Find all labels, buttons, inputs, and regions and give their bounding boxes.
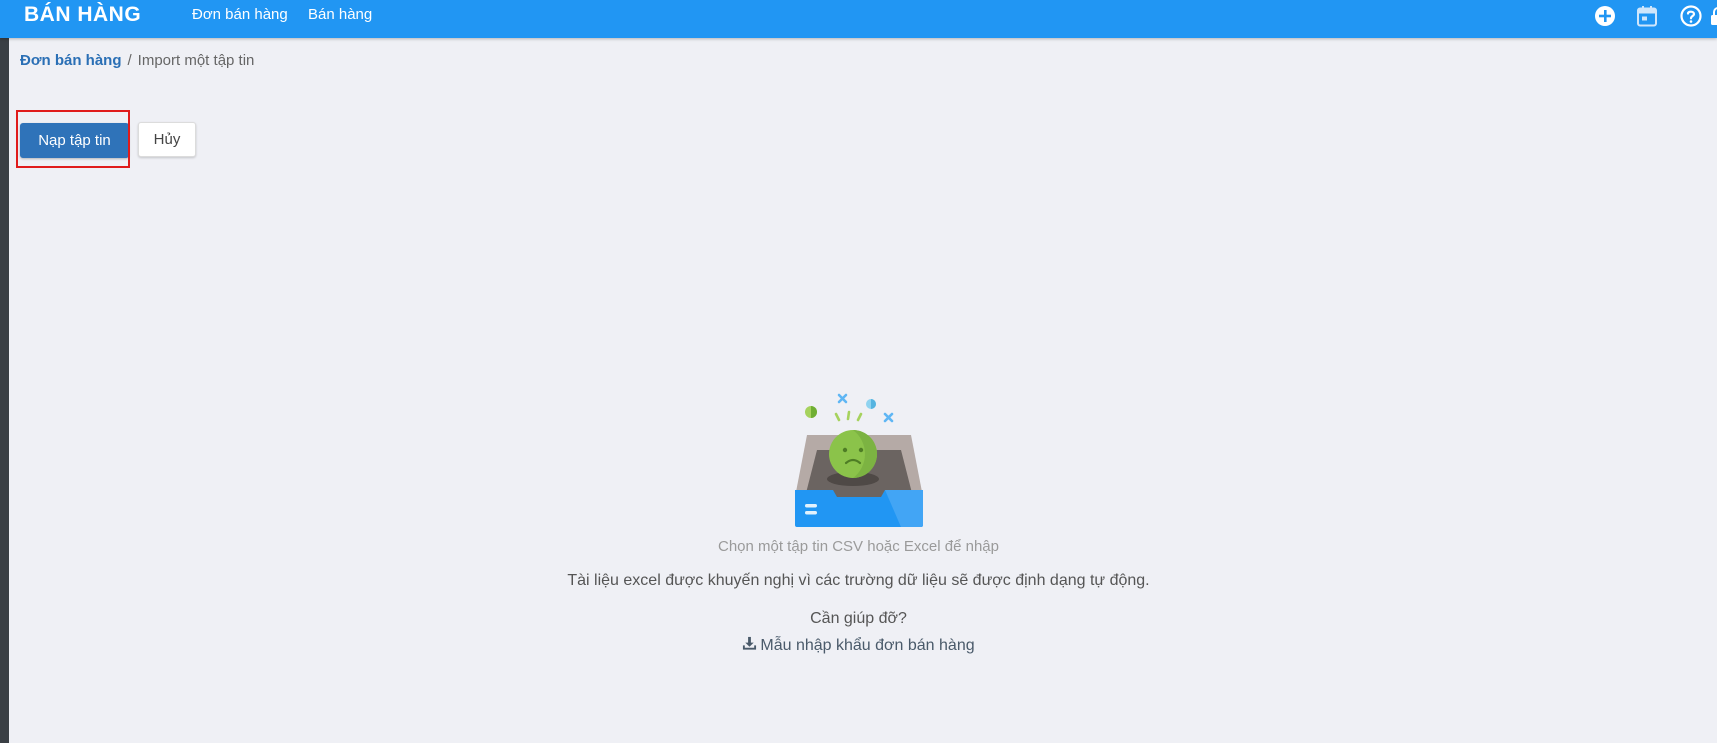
- nav-item-ban-hang[interactable]: Bán hàng: [308, 0, 372, 30]
- lock-icon[interactable]: [1711, 4, 1717, 28]
- upload-file-button[interactable]: Nạp tập tin: [20, 123, 129, 158]
- download-template-label[interactable]: Mẫu nhập khẩu đơn bán hàng: [760, 637, 974, 654]
- download-template-link[interactable]: Mẫu nhập khẩu đơn bán hàng: [0, 636, 1717, 655]
- help-circle-icon[interactable]: [1679, 4, 1703, 28]
- cancel-button[interactable]: Hủy: [138, 122, 196, 157]
- top-navbar: BÁN HÀNG Đơn bán hàng Bán hàng: [0, 0, 1717, 38]
- help-question-text: Cần giúp đỡ?: [810, 610, 907, 627]
- app-frame: BÁN HÀNG Đơn bán hàng Bán hàng Đơn bán h…: [0, 0, 1717, 743]
- excel-recommendation-text: Tài liệu excel được khuyến nghị vì các t…: [567, 572, 1150, 589]
- app-brand[interactable]: BÁN HÀNG: [24, 0, 141, 30]
- nav-item-don-ban-hang[interactable]: Đơn bán hàng: [192, 0, 288, 30]
- breadcrumb: Đơn bán hàng / Import một tập tin: [20, 52, 254, 69]
- breadcrumb-separator: /: [127, 52, 132, 69]
- download-icon: [743, 636, 757, 650]
- empty-inbox-sad-face-illustration: [794, 393, 923, 527]
- empty-state: [0, 390, 1717, 536]
- breadcrumb-parent[interactable]: Đơn bán hàng: [20, 52, 122, 69]
- import-prompt-text: Chọn một tập tin CSV hoặc Excel để nhập: [717, 538, 999, 555]
- plus-circle-icon[interactable]: [1593, 4, 1617, 28]
- calendar-icon[interactable]: [1635, 4, 1659, 28]
- breadcrumb-current: Import một tập tin: [137, 52, 255, 69]
